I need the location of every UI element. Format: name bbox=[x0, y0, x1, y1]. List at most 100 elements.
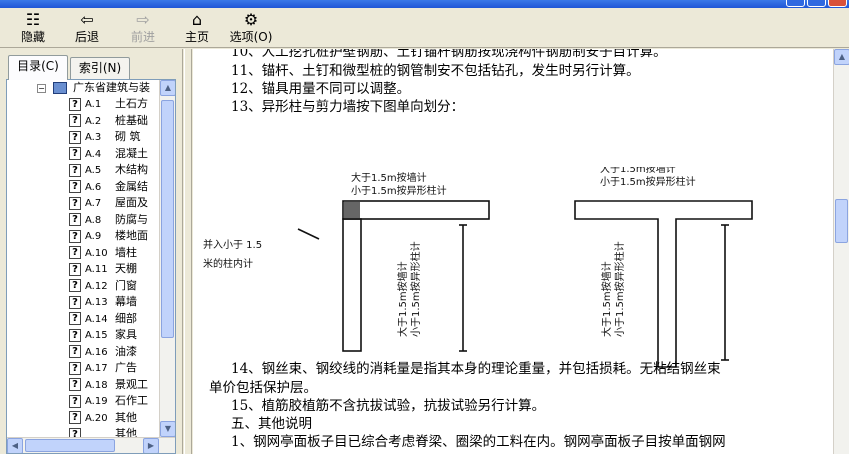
tree-horizontal-scrollbar[interactable]: ◀ ▶ bbox=[7, 437, 175, 453]
content-line-10: 10、人工挖孔桩护壁钢筋、土钉锚杆钢筋按现浇构件钢筋制安子目计算。 bbox=[231, 49, 667, 60]
tree-item-label: 防腐与 bbox=[115, 212, 148, 226]
tree-item[interactable]: ? A.4 混凝土 bbox=[69, 146, 148, 162]
forward-button[interactable]: ⇨ 前进 bbox=[126, 10, 160, 46]
tree-item[interactable]: ? A.3 砌 筑 bbox=[69, 129, 141, 145]
diagram-right-top-label2: 小于1.5m按异形柱计 bbox=[600, 175, 696, 188]
diagram-left-side-label2: 小于1.5m按异形柱计 bbox=[409, 241, 422, 337]
tree-item[interactable]: ? A.19 石作工 bbox=[69, 393, 148, 409]
tree-item-label: 屋面及 bbox=[115, 196, 148, 209]
content-line-other-1: 1、钢网亭面板子目已综合考虑脊梁、圈梁的工料在内。钢网亭面板子目按单面钢网 bbox=[231, 434, 726, 450]
home-icon: ⌂ bbox=[191, 10, 203, 29]
diagram-note-line2: 米的柱内计 bbox=[203, 257, 253, 270]
tree-item-code: A.6 bbox=[85, 181, 102, 193]
help-topic-icon: ? bbox=[69, 378, 81, 391]
help-topic-icon: ? bbox=[69, 130, 81, 144]
tree-item-label: 其他 bbox=[115, 410, 137, 424]
help-topic-icon: ? bbox=[69, 97, 81, 111]
scroll-up-icon[interactable]: ▲ bbox=[160, 80, 175, 96]
close-button[interactable] bbox=[828, 0, 847, 7]
tree-item[interactable]: ? A.12 门窗 bbox=[69, 278, 137, 294]
tree-item[interactable]: ? A.1 土石方 bbox=[69, 96, 148, 112]
back-button[interactable]: ⇦ 后退 bbox=[70, 10, 104, 46]
content-line-12: 12、锚具用量不同可以调整。 bbox=[231, 81, 411, 97]
help-topic-icon: ? bbox=[69, 295, 81, 309]
content-line-13: 13、异形柱与剪力墙按下图单向划分： bbox=[231, 99, 465, 115]
tree-hscroll-thumb[interactable] bbox=[25, 439, 115, 452]
help-topic-icon: ? bbox=[69, 213, 81, 226]
content-section-heading: 五、其他说明 bbox=[231, 416, 312, 432]
help-topic-icon: ? bbox=[69, 196, 81, 210]
tree-item[interactable]: ? A.10 墙柱 bbox=[69, 245, 137, 261]
content-vertical-scrollbar[interactable]: ▲ bbox=[833, 49, 849, 454]
tree-item[interactable]: ? A.6 金属结 bbox=[69, 179, 148, 195]
tree-item-code: A.15 bbox=[85, 330, 108, 341]
tree-item-code: A.4 bbox=[85, 148, 102, 160]
title-bar bbox=[0, 0, 849, 8]
tree-vertical-scrollbar[interactable]: ▲ ▼ bbox=[159, 80, 175, 453]
tree-item[interactable]: ? A.15 家具 bbox=[69, 327, 137, 343]
diagram-note-line1: 并入小于 1.5 bbox=[203, 238, 262, 251]
arrow-right-icon: ⇨ bbox=[136, 10, 150, 29]
diagram-right-top-label1: 大于1.5m按墙计 bbox=[600, 167, 676, 175]
diagram-left-top-label1: 大于1.5m按墙计 bbox=[351, 171, 427, 184]
diagram-left-side-label1: 大于1.5m按墙计 bbox=[396, 261, 409, 337]
minimize-button[interactable] bbox=[786, 0, 805, 7]
maximize-button[interactable] bbox=[807, 0, 826, 7]
tree-item[interactable]: ? A.2 桩基础 bbox=[69, 113, 148, 129]
tree-item-code: A.10 bbox=[85, 247, 108, 259]
content-scroll-thumb[interactable] bbox=[835, 199, 848, 243]
tree-root[interactable]: − 广东省建筑与装 bbox=[37, 80, 150, 96]
pane-splitter[interactable] bbox=[184, 49, 192, 454]
tree-item-label: 混凝土 bbox=[115, 146, 148, 160]
tree-item-label: 家具 bbox=[115, 328, 137, 341]
tree-item-label: 幕墙 bbox=[115, 295, 137, 308]
help-topic-icon: ? bbox=[69, 246, 81, 259]
navigation-pane: 目录(C) 索引(N) − 广东省建筑与装 ? A.1 土石方? A.2 桩基础? A.3… bbox=[0, 49, 183, 454]
tree-scroll-thumb[interactable] bbox=[161, 100, 174, 338]
tree-item[interactable]: ? A.13 幕墙 bbox=[69, 294, 137, 310]
help-topic-icon: ? bbox=[69, 328, 81, 342]
home-button[interactable]: ⌂ 主页 bbox=[180, 10, 214, 46]
tree-item-label: 石作工 bbox=[115, 394, 148, 407]
tab-index[interactable]: 索引(N) bbox=[70, 57, 130, 79]
tree-item[interactable]: ? A.18 景观工 bbox=[69, 377, 148, 393]
tree-item-label: 砌 筑 bbox=[115, 130, 141, 143]
scroll-down-icon[interactable]: ▼ bbox=[160, 421, 175, 437]
tree-item-code: A.20 bbox=[85, 412, 108, 424]
tab-contents[interactable]: 目录(C) bbox=[8, 55, 68, 80]
tree-item-label: 木结构 bbox=[115, 163, 148, 176]
tree-item-label: 景观工 bbox=[115, 377, 148, 391]
contents-tree[interactable]: − 广东省建筑与装 ? A.1 土石方? A.2 桩基础? A.3 砌 筑? A.4 混凝土? A… bbox=[6, 79, 176, 454]
tree-item[interactable]: ? A.5 木结构 bbox=[69, 162, 148, 178]
help-topic-icon: ? bbox=[69, 114, 81, 127]
help-topic-icon: ? bbox=[69, 262, 81, 276]
help-topic-icon: ? bbox=[69, 229, 81, 243]
tree-item[interactable]: ? A.8 防腐与 bbox=[69, 212, 148, 228]
content-line-14: 14、钢丝束、钢绞线的消耗量是指其本身的理论重量，并包括损耗。无粘结钢丝束 bbox=[231, 361, 721, 377]
expand-icon[interactable]: − bbox=[37, 84, 46, 93]
content-scroll-up-icon[interactable]: ▲ bbox=[834, 49, 849, 65]
tree-item-label: 门窗 bbox=[115, 278, 137, 292]
content-line-14-cont: 单价包括保护层。 bbox=[209, 380, 317, 396]
book-icon bbox=[52, 82, 67, 94]
scroll-left-icon[interactable]: ◀ bbox=[7, 438, 23, 453]
tree-item-code: A.2 bbox=[85, 115, 102, 127]
help-topic-icon: ? bbox=[69, 394, 81, 408]
tree-item-code: A.1 bbox=[85, 99, 102, 110]
help-topic-icon: ? bbox=[69, 312, 81, 325]
tree-item[interactable]: ? A.17 广告 bbox=[69, 360, 137, 376]
tree-item-code: A.11 bbox=[85, 264, 108, 275]
diagram-right-side-label2: 小于1.5m按异形柱计 bbox=[613, 241, 626, 337]
options-button[interactable]: ⚙ 选项(O) bbox=[226, 10, 276, 46]
tree-item-label: 楼地面 bbox=[115, 229, 148, 242]
scroll-right-icon[interactable]: ▶ bbox=[143, 438, 159, 453]
tree-item[interactable]: ? A.9 楼地面 bbox=[69, 228, 148, 244]
tree-item-label: 墙柱 bbox=[115, 245, 137, 259]
tree-item[interactable]: ? A.14 细部 bbox=[69, 311, 137, 327]
tree-item-code: A.9 bbox=[85, 231, 102, 242]
tree-item[interactable]: ? A.11 天棚 bbox=[69, 261, 137, 277]
tree-item[interactable]: ? A.7 屋面及 bbox=[69, 195, 148, 211]
tree-item[interactable]: ? A.16 油漆 bbox=[69, 344, 137, 360]
tree-item[interactable]: ? A.20 其他 bbox=[69, 410, 137, 426]
hide-button[interactable]: ☷ 隐藏 bbox=[16, 10, 50, 46]
